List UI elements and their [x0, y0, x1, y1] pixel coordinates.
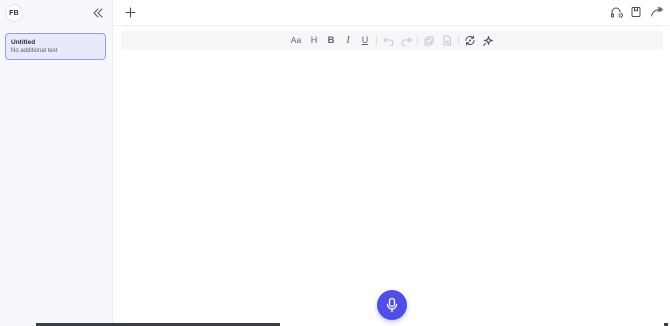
sidebar: FB Untitled No additional text [0, 0, 113, 326]
font-size-button[interactable]: Aa [289, 33, 303, 48]
ai-sparkle-icon [483, 35, 493, 46]
app-window: FB Untitled No additional text Aa H B I … [0, 0, 670, 326]
headphones-icon [610, 7, 623, 18]
refresh-icon [465, 35, 475, 46]
formatting-toolbar: Aa H B I U [121, 31, 663, 50]
microphone-icon [386, 297, 398, 313]
record-button[interactable] [377, 290, 407, 320]
new-note-button[interactable] [123, 5, 137, 19]
share-arrow-icon [650, 7, 663, 17]
regenerate-button[interactable] [463, 33, 477, 48]
copy-button[interactable] [422, 33, 436, 48]
bookmark-button[interactable] [629, 5, 643, 19]
redo-icon [401, 37, 411, 46]
note-list-item[interactable]: Untitled No additional text [5, 33, 106, 60]
undo-button[interactable] [381, 33, 395, 48]
note-title: Untitled [11, 39, 36, 46]
export-button[interactable] [440, 33, 454, 48]
share-button[interactable] [649, 5, 663, 19]
collapse-sidebar-button[interactable] [90, 5, 106, 21]
header-actions [609, 5, 663, 19]
undo-icon [383, 37, 393, 46]
header-divider [113, 25, 670, 26]
listen-button[interactable] [609, 5, 623, 19]
heading-button[interactable]: H [307, 33, 321, 48]
plus-icon [124, 6, 136, 18]
underline-button[interactable]: U [358, 33, 372, 48]
avatar[interactable]: FB [5, 4, 23, 22]
copy-icon [424, 36, 434, 45]
export-file-icon [443, 35, 451, 46]
italic-button[interactable]: I [341, 33, 355, 48]
ai-assist-button[interactable] [481, 33, 495, 48]
toolbar-separator [417, 36, 418, 45]
redo-button[interactable] [399, 33, 413, 48]
double-chevron-left-icon [93, 8, 103, 18]
bookmark-icon [631, 7, 641, 17]
toolbar-separator [376, 36, 377, 45]
editor-area: Aa H B I U [113, 0, 670, 326]
note-subtitle: No additional text [11, 48, 58, 54]
bold-button[interactable]: B [324, 33, 338, 48]
toolbar-separator [458, 36, 459, 45]
